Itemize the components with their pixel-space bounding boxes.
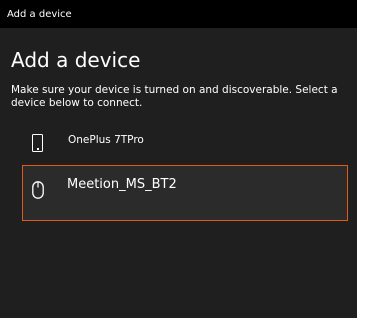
device-name: Meetion_MS_BT2 bbox=[67, 177, 177, 192]
device-name: OnePlus 7TPro bbox=[68, 134, 144, 146]
device-item-oneplus[interactable]: OnePlus 7TPro bbox=[22, 128, 348, 160]
title-bar[interactable]: Add a device bbox=[0, 0, 357, 28]
instructions-text: Make sure your device is turned on and d… bbox=[11, 84, 338, 109]
device-item-meetion[interactable]: Meetion_MS_BT2 bbox=[22, 165, 348, 221]
phone-icon bbox=[32, 134, 43, 152]
window-title: Add a device bbox=[7, 9, 72, 20]
mouse-icon bbox=[32, 181, 44, 199]
page-title: Add a device bbox=[11, 48, 141, 72]
add-device-window: Add a device Add a device Make sure your… bbox=[0, 0, 357, 318]
